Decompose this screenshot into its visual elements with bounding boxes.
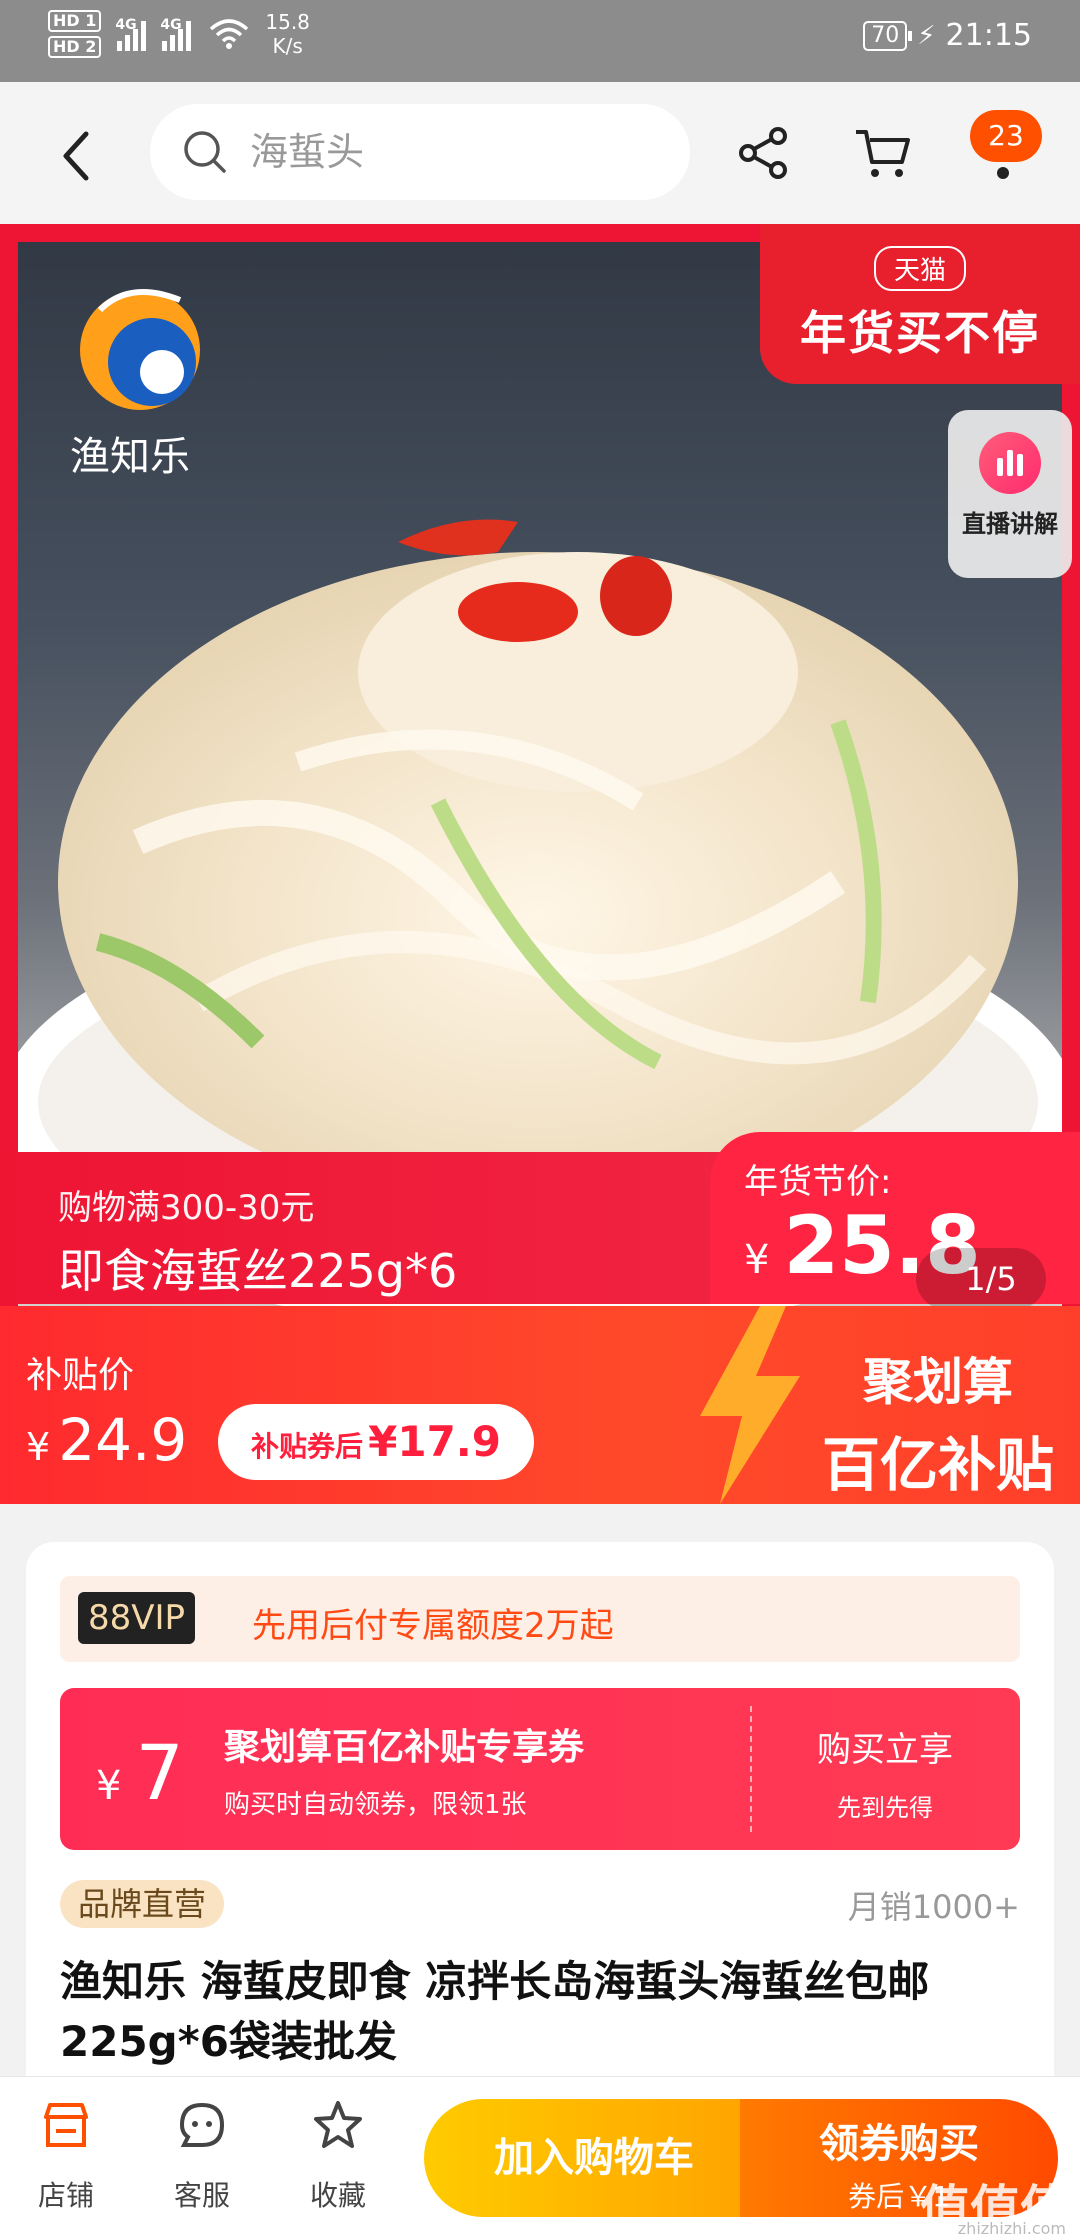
coupon-desc: 购买时自动领券，限领1张 [224,1790,527,1820]
status-bar: HD 1 HD 2 4G 4G 15.8 K/s 70 ⚡ 21:15 [0,0,1080,82]
battery-icon: 70 [863,20,913,51]
tmall-label: 天猫 [873,246,966,291]
product-title: 渔知乐 海蜇皮即食 凉拌长岛海蜇头海蜇丝包邮225g*6袋装批发 [60,1957,930,2066]
coupon-action[interactable]: 购买立享 [750,1722,1020,1771]
live-icon [979,432,1041,494]
signal-icon-2: 4G [160,17,192,51]
live-explain-button[interactable]: 直播讲解 [948,410,1072,578]
search-bar[interactable] [150,104,690,200]
message-badge[interactable]: 23 [970,110,1042,162]
buy-label: 领券购买 [819,2121,979,2167]
lightning-icon [700,1306,800,1504]
signal-icon: 4G [115,17,147,51]
bottom-action-bar: 店铺 客服 收藏 加入购物车 领券购买 券后￥1 值值值 zhizhizhi.c… [0,2076,1080,2240]
top-nav: 23 [0,82,1080,224]
net2-label: 4G [160,17,182,33]
share-icon[interactable] [732,122,794,184]
vip-text: 先用后付专属额度2万起 [252,1606,614,1646]
subsidy-coupon-pill: 补贴券后 ¥17.9 [218,1404,534,1480]
coupon-amount: ¥7 [96,1728,184,1817]
service-label: 客服 [173,2179,230,2212]
subsidy-banner[interactable]: 补贴价 ¥24.9 补贴券后 ¥17.9 聚划算 百亿补贴 [0,1306,1080,1504]
coupon-banner[interactable]: ¥7 聚划算百亿补贴专享券 购买时自动领券，限领1张 购买立享 先到先得 [60,1688,1020,1850]
add-to-cart-button[interactable]: 加入购物车 [424,2099,764,2217]
promo-info: 购物满300-30元 即食海蜇丝225g*6 [58,1180,457,1301]
festival-currency: ¥ [744,1237,770,1283]
cart-icon[interactable] [852,122,914,184]
favorite-label: 收藏 [309,2179,366,2212]
search-input[interactable] [250,130,630,174]
favorite-button[interactable]: 收藏 [288,2097,388,2214]
search-icon [184,131,226,173]
brand-logo-mark-icon: 渔知乐 [70,289,200,480]
tmall-promo-badge: 天猫 年货买不停 [760,224,1080,384]
store-icon [44,2103,88,2147]
network-speed: 15.8 K/s [265,10,310,58]
festival-price-label: 年货节价: [744,1162,892,1202]
more-menu-icon[interactable] [997,167,1009,179]
vip-tag: 88VIP [78,1592,196,1644]
coupon-amount-value: 7 [135,1728,184,1817]
vip-banner[interactable]: 88VIP 先用后付专属额度2万起 [60,1576,1020,1662]
juhuasuan-line2: 百亿补贴 [821,1431,1054,1499]
subsidy-price: ¥24.9 [26,1406,187,1474]
juhuasuan-line1: 聚划算 [862,1353,1013,1411]
speed-value: 15.8 [265,10,310,34]
net1-label: 4G [115,17,137,33]
hd-indicators: HD 1 HD 2 [48,10,102,58]
hd2-label: HD 2 [48,36,102,58]
subsidy-label: 补贴价 [26,1355,135,1396]
juhuasuan-logo: 聚划算 百亿补贴 [822,1342,1054,1502]
brand-direct-tag: 品牌直营 [60,1880,225,1928]
tmall-slogan: 年货买不停 [800,306,1040,360]
status-left: HD 1 HD 2 4G 4G 15.8 K/s [48,10,310,58]
star-icon [314,2101,362,2148]
price-strip: 购物满300-30元 即食海蜇丝225g*6 年货节价: ¥25.8 1/5 [0,1132,1080,1310]
coupon-title: 聚划算百亿补贴专享券 [224,1727,585,1768]
service-button[interactable]: 客服 [152,2097,252,2214]
monthly-sales: 月销1000+ [847,1888,1020,1926]
app-root: HD 1 HD 2 4G 4G 15.8 K/s 70 ⚡ 21:15 海蜇头 … [0,0,1080,2240]
subsidy-currency: ¥ [26,1425,51,1469]
customer-service-icon [179,2102,225,2147]
gallery-pager: 1/5 [916,1248,1046,1310]
coupon-action-sub: 先到先得 [837,1794,933,1822]
back-arrow-icon[interactable] [52,126,102,186]
product-short-name: 即食海蜇丝225g*6 [58,1244,458,1298]
brand-logo-text: 渔知乐 [70,434,190,480]
hd1-label: HD 1 [48,10,102,32]
live-label: 直播讲解 [962,510,1058,538]
subsidy-coupon-label: 补贴券后 [251,1430,364,1463]
coupon-currency: ¥ [96,1763,122,1809]
status-right: 70 ⚡ 21:15 [863,18,1032,53]
store-label: 店铺 [37,2179,94,2212]
store-button[interactable]: 店铺 [16,2097,116,2214]
brand-logo: 渔知乐 [70,280,230,480]
wifi-icon [210,19,249,49]
watermark-url: zhizhizhi.com [957,2219,1066,2238]
clock: 21:15 [945,18,1032,53]
subsidy-coupon-price: ¥17.9 [368,1417,501,1466]
charging-icon: ⚡ [917,20,936,51]
speed-unit: K/s [272,34,303,58]
subsidy-price-value: 24.9 [58,1406,188,1474]
promo-line: 购物满300-30元 [58,1188,315,1228]
